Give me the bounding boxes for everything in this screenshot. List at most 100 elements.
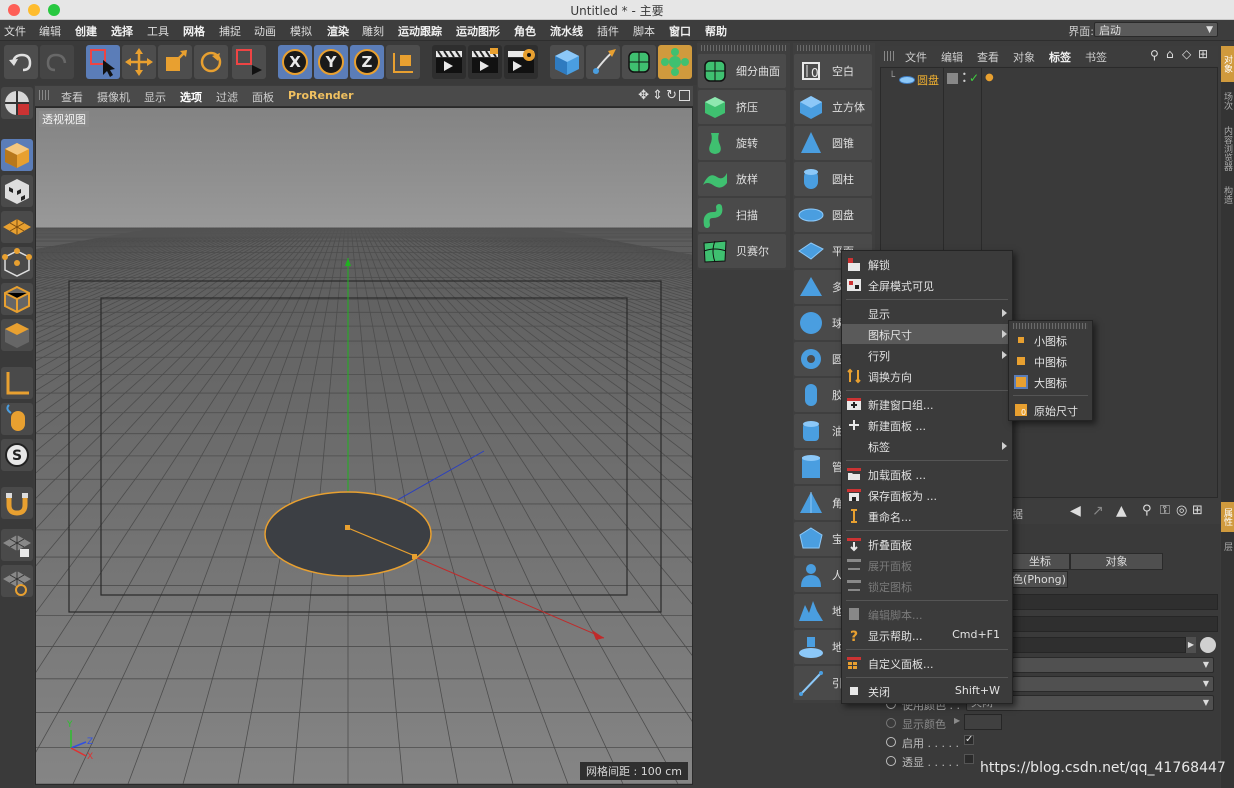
palette-item-cylinder[interactable]: 圆柱: [794, 162, 872, 196]
back-arrow-icon[interactable]: ◀: [1070, 503, 1081, 519]
filter-icon[interactable]: ◇: [1182, 47, 1191, 61]
coordinate-system-button[interactable]: [386, 45, 420, 79]
search-icon[interactable]: ⚲: [1150, 48, 1159, 62]
menu-mograph[interactable]: 运动图形: [456, 23, 500, 39]
menu-window[interactable]: 窗口: [669, 23, 691, 39]
rotate-tool-button[interactable]: [194, 45, 228, 79]
new-panel-icon[interactable]: ⊞: [1198, 47, 1208, 61]
visible-in-render-select[interactable]: ▼: [1012, 676, 1214, 692]
x-axis-button[interactable]: X: [278, 45, 312, 79]
viewport-menu-filter[interactable]: 过滤: [216, 89, 238, 105]
viewport-menu-display[interactable]: 显示: [144, 89, 166, 105]
panel-grip-icon[interactable]: [884, 51, 894, 61]
palette-grip[interactable]: [797, 45, 871, 51]
live-select-button[interactable]: [86, 45, 120, 79]
cube-object-button[interactable]: [550, 45, 584, 79]
om-menu-view[interactable]: 查看: [977, 49, 999, 65]
perspective-viewport[interactable]: Y Z X 透视视图 网格间距 : 100 cm: [35, 107, 693, 785]
tab-coordinates[interactable]: 坐标: [1010, 553, 1070, 570]
layer-field[interactable]: [1012, 616, 1218, 632]
tab-takes[interactable]: 场次: [1221, 84, 1234, 118]
link-field[interactable]: [1012, 637, 1186, 653]
new-panel-icon[interactable]: ⊞: [1192, 503, 1203, 518]
disc-object[interactable]: [264, 491, 432, 577]
magnet-button[interactable]: [1, 487, 33, 519]
menu-simulate[interactable]: 模拟: [290, 23, 312, 39]
palette-item-extrude[interactable]: 挤压: [698, 90, 786, 124]
palette-item-disc[interactable]: 圆盘: [794, 198, 872, 232]
render-view-button[interactable]: [432, 45, 466, 79]
icon-size-medium[interactable]: 中图标: [1009, 351, 1092, 371]
edges-mode-button[interactable]: [1, 283, 33, 315]
menu-animate[interactable]: 动画: [254, 23, 276, 39]
texture-mode-button[interactable]: [1, 175, 33, 207]
locked-workplane-button[interactable]: [1, 529, 33, 561]
context-menu-item[interactable]: 新建面板 ...: [842, 415, 1012, 435]
om-menu-edit[interactable]: 编辑: [941, 49, 963, 65]
visible-in-editor-select[interactable]: ▼: [1012, 657, 1214, 673]
expand-arrow-icon[interactable]: ▶: [954, 716, 960, 725]
axis-mode-button[interactable]: [1, 367, 33, 399]
panel-grip-icon[interactable]: [39, 90, 49, 100]
visibility-dots-icon[interactable]: • •: [962, 71, 967, 86]
menu-render[interactable]: 渲染: [327, 23, 349, 39]
viewport-menu-panel[interactable]: 面板: [252, 89, 274, 105]
palette-item-loft[interactable]: 放样: [698, 162, 786, 196]
menu-snap[interactable]: 捕捉: [219, 23, 241, 39]
palette-item-subdivision[interactable]: 细分曲面: [698, 54, 786, 88]
disc-radius-point[interactable]: [412, 554, 417, 559]
om-menu-tags[interactable]: 标签: [1049, 49, 1071, 65]
viewport-menu-options[interactable]: 选项: [180, 89, 202, 105]
recent-tool-button[interactable]: [232, 45, 266, 79]
home-icon[interactable]: ⌂: [1166, 47, 1174, 61]
target-icon[interactable]: ◎: [1176, 503, 1187, 518]
palette-item-sweep[interactable]: 扫描: [698, 198, 786, 232]
menu-tools[interactable]: 工具: [147, 23, 169, 39]
viewport-menu-view[interactable]: 查看: [61, 89, 83, 105]
xray-checkbox[interactable]: [964, 754, 974, 764]
tab-phong[interactable]: 色(Phong): [1010, 571, 1068, 588]
palette-item-lathe[interactable]: 旋转: [698, 126, 786, 160]
undo-button[interactable]: [4, 45, 38, 79]
palette-item-null[interactable]: 0 空白: [794, 54, 872, 88]
tab-structure[interactable]: 构造: [1221, 178, 1234, 212]
menu-motion-tracking[interactable]: 运动跟踪: [398, 23, 442, 39]
menu-sculpt[interactable]: 雕刻: [362, 23, 384, 39]
display-color-swatch[interactable]: [964, 714, 1002, 730]
points-mode-button[interactable]: [1, 247, 33, 279]
enable-checkbox[interactable]: ✓: [964, 735, 974, 745]
tab-objects[interactable]: 对象: [1221, 46, 1234, 82]
context-menu-item[interactable]: 自定义面板...: [842, 653, 1012, 673]
palette-grip[interactable]: [701, 45, 786, 51]
tab-content-browser[interactable]: 内容浏览器: [1221, 120, 1234, 176]
context-menu-item[interactable]: 图标尺寸: [842, 324, 1012, 344]
render-settings-button[interactable]: [504, 45, 538, 79]
menu-file[interactable]: 文件: [4, 23, 26, 39]
menu-edit[interactable]: 编辑: [39, 23, 61, 39]
viewport-menu-camera[interactable]: 摄像机: [97, 89, 130, 105]
make-editable-button[interactable]: [1, 87, 33, 119]
icon-size-small[interactable]: 小图标: [1009, 330, 1092, 350]
context-menu-item[interactable]: 关闭 Shift+W: [842, 681, 1012, 701]
link-arrow-icon[interactable]: ▶: [1186, 637, 1196, 653]
palette-item-cube[interactable]: 立方体: [794, 90, 872, 124]
object-row[interactable]: └ 圆盘 • • ✓ ●: [881, 70, 1217, 88]
planar-workplane-button[interactable]: [1, 565, 33, 597]
lock-icon[interactable]: ⚿: [1160, 503, 1170, 518]
snap-button[interactable]: S: [1, 439, 33, 471]
context-menu-item[interactable]: 保存面板为 ...: [842, 485, 1012, 505]
zoom-view-icon[interactable]: ⇕: [652, 88, 663, 103]
om-menu-objects[interactable]: 对象: [1013, 49, 1035, 65]
context-menu-item[interactable]: 标签: [842, 436, 1012, 456]
disc-center-point[interactable]: [345, 525, 350, 530]
render-to-picture-viewer-button[interactable]: [468, 45, 502, 79]
menu-mesh[interactable]: 网格: [183, 23, 205, 39]
move-tool-button[interactable]: [122, 45, 156, 79]
tweak-mode-button[interactable]: [1, 403, 33, 435]
context-menu-item[interactable]: 新建窗口组...: [842, 394, 1012, 414]
z-axis-button[interactable]: Z: [350, 45, 384, 79]
tab-attributes[interactable]: 属性: [1221, 502, 1234, 532]
om-menu-file[interactable]: 文件: [905, 49, 927, 65]
display-color-radio[interactable]: [886, 718, 896, 728]
layout-select[interactable]: 启动 ▼: [1094, 22, 1218, 37]
